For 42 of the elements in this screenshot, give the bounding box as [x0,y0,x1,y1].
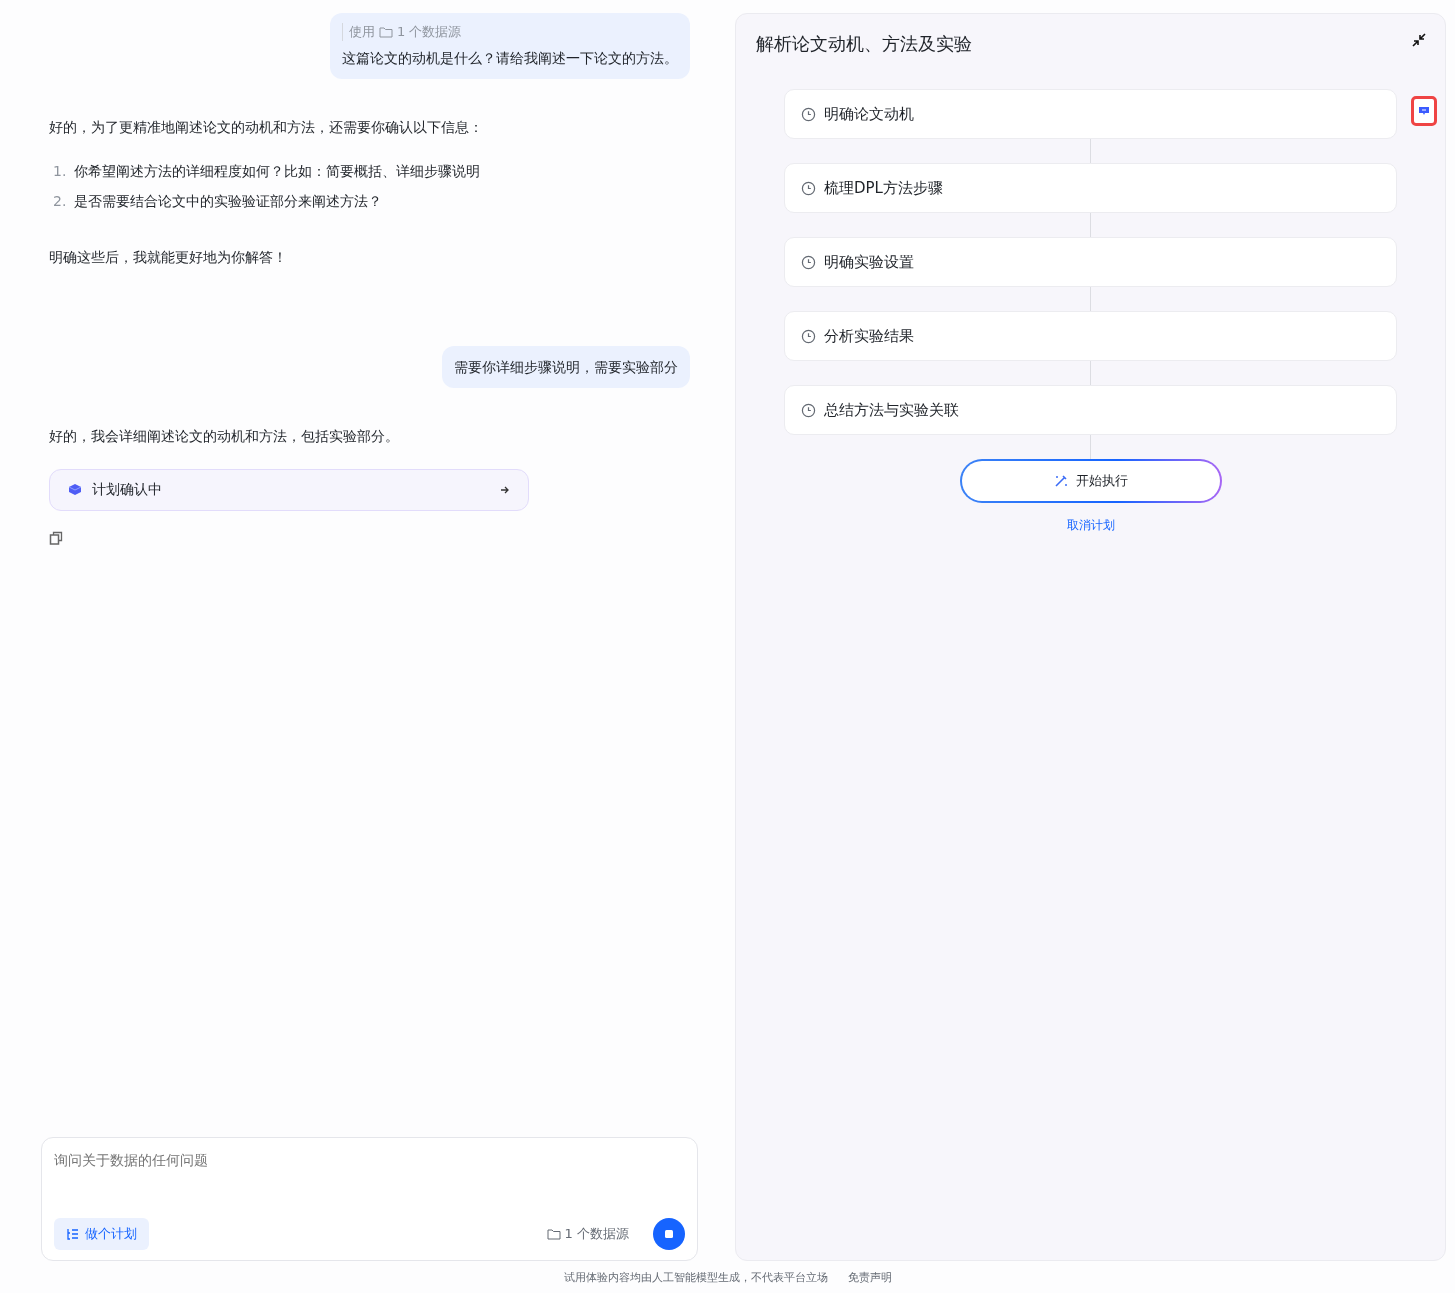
footer-notice: 试用体验内容均由人工智能模型生成，不代表平台立场 [563,1269,828,1285]
clock-icon [801,328,816,344]
cube-icon [68,483,82,497]
message-text: 好的，为了更精准地阐述论文的动机和方法，还需要你确认以下信息： [49,118,484,137]
folder-icon [379,26,393,38]
list-item-text: 是否需要结合论文中的实验验证部分来阐述方法？ [74,193,383,211]
make-plan-button[interactable]: 做个计划 [54,1218,149,1250]
magic-wand-icon [1053,474,1068,488]
step-text: 明确论文动机 [824,104,914,124]
clock-icon [801,254,816,270]
step-text: 总结方法与实验关联 [824,400,959,420]
source-prefix: 使用 [349,23,375,41]
arrow-right-icon [500,485,510,495]
folder-icon [546,1228,561,1240]
message-text: 明确这些后，我就能更好地为你解答！ [49,248,288,267]
stop-icon [665,1230,673,1238]
clock-icon [801,106,816,122]
step-text: 明确实验设置 [824,252,914,272]
list-icon [66,1227,79,1241]
copy-icon[interactable] [49,531,63,545]
panel-title: 解析论文动机、方法及实验 [756,32,972,56]
collapse-arrows-icon [1411,32,1427,48]
step-text: 分析实验结果 [824,326,914,346]
message-text: 需要你详细步骤说明，需要实验部分 [454,358,678,377]
plan-status-text: 计划确认中 [92,481,162,499]
list-number: 2. [53,193,67,211]
clock-icon [801,402,816,418]
comment-icon [1419,106,1429,116]
cancel-plan-link[interactable]: 取消计划 [1066,517,1115,534]
clock-icon [801,180,816,196]
step-text: 梳理DPL方法步骤 [824,178,943,198]
data-source-label[interactable]: 1 个数据源 [564,1225,629,1243]
chat-input-box[interactable]: 询问关于数据的任何问题 做个计划 1 个数据源 [41,1137,698,1261]
list-number: 1. [53,163,67,181]
plan-status-card[interactable]: 计划确认中 [49,469,529,511]
source-label: 1 个数据源 [397,23,462,41]
message-text: 好的，我会详细阐述论文的动机和方法，包括实验部分。 [49,427,400,446]
message-text: 这篇论文的动机是什么？请给我阐述一下论文的方法。 [342,49,678,68]
list-item-text: 你希望阐述方法的详细程度如何？比如：简要概括、详细步骤说明 [74,163,481,181]
disclaimer-link[interactable]: 免责声明 [847,1269,892,1285]
comment-side-button[interactable] [1411,96,1437,126]
stop-button[interactable] [653,1218,685,1250]
